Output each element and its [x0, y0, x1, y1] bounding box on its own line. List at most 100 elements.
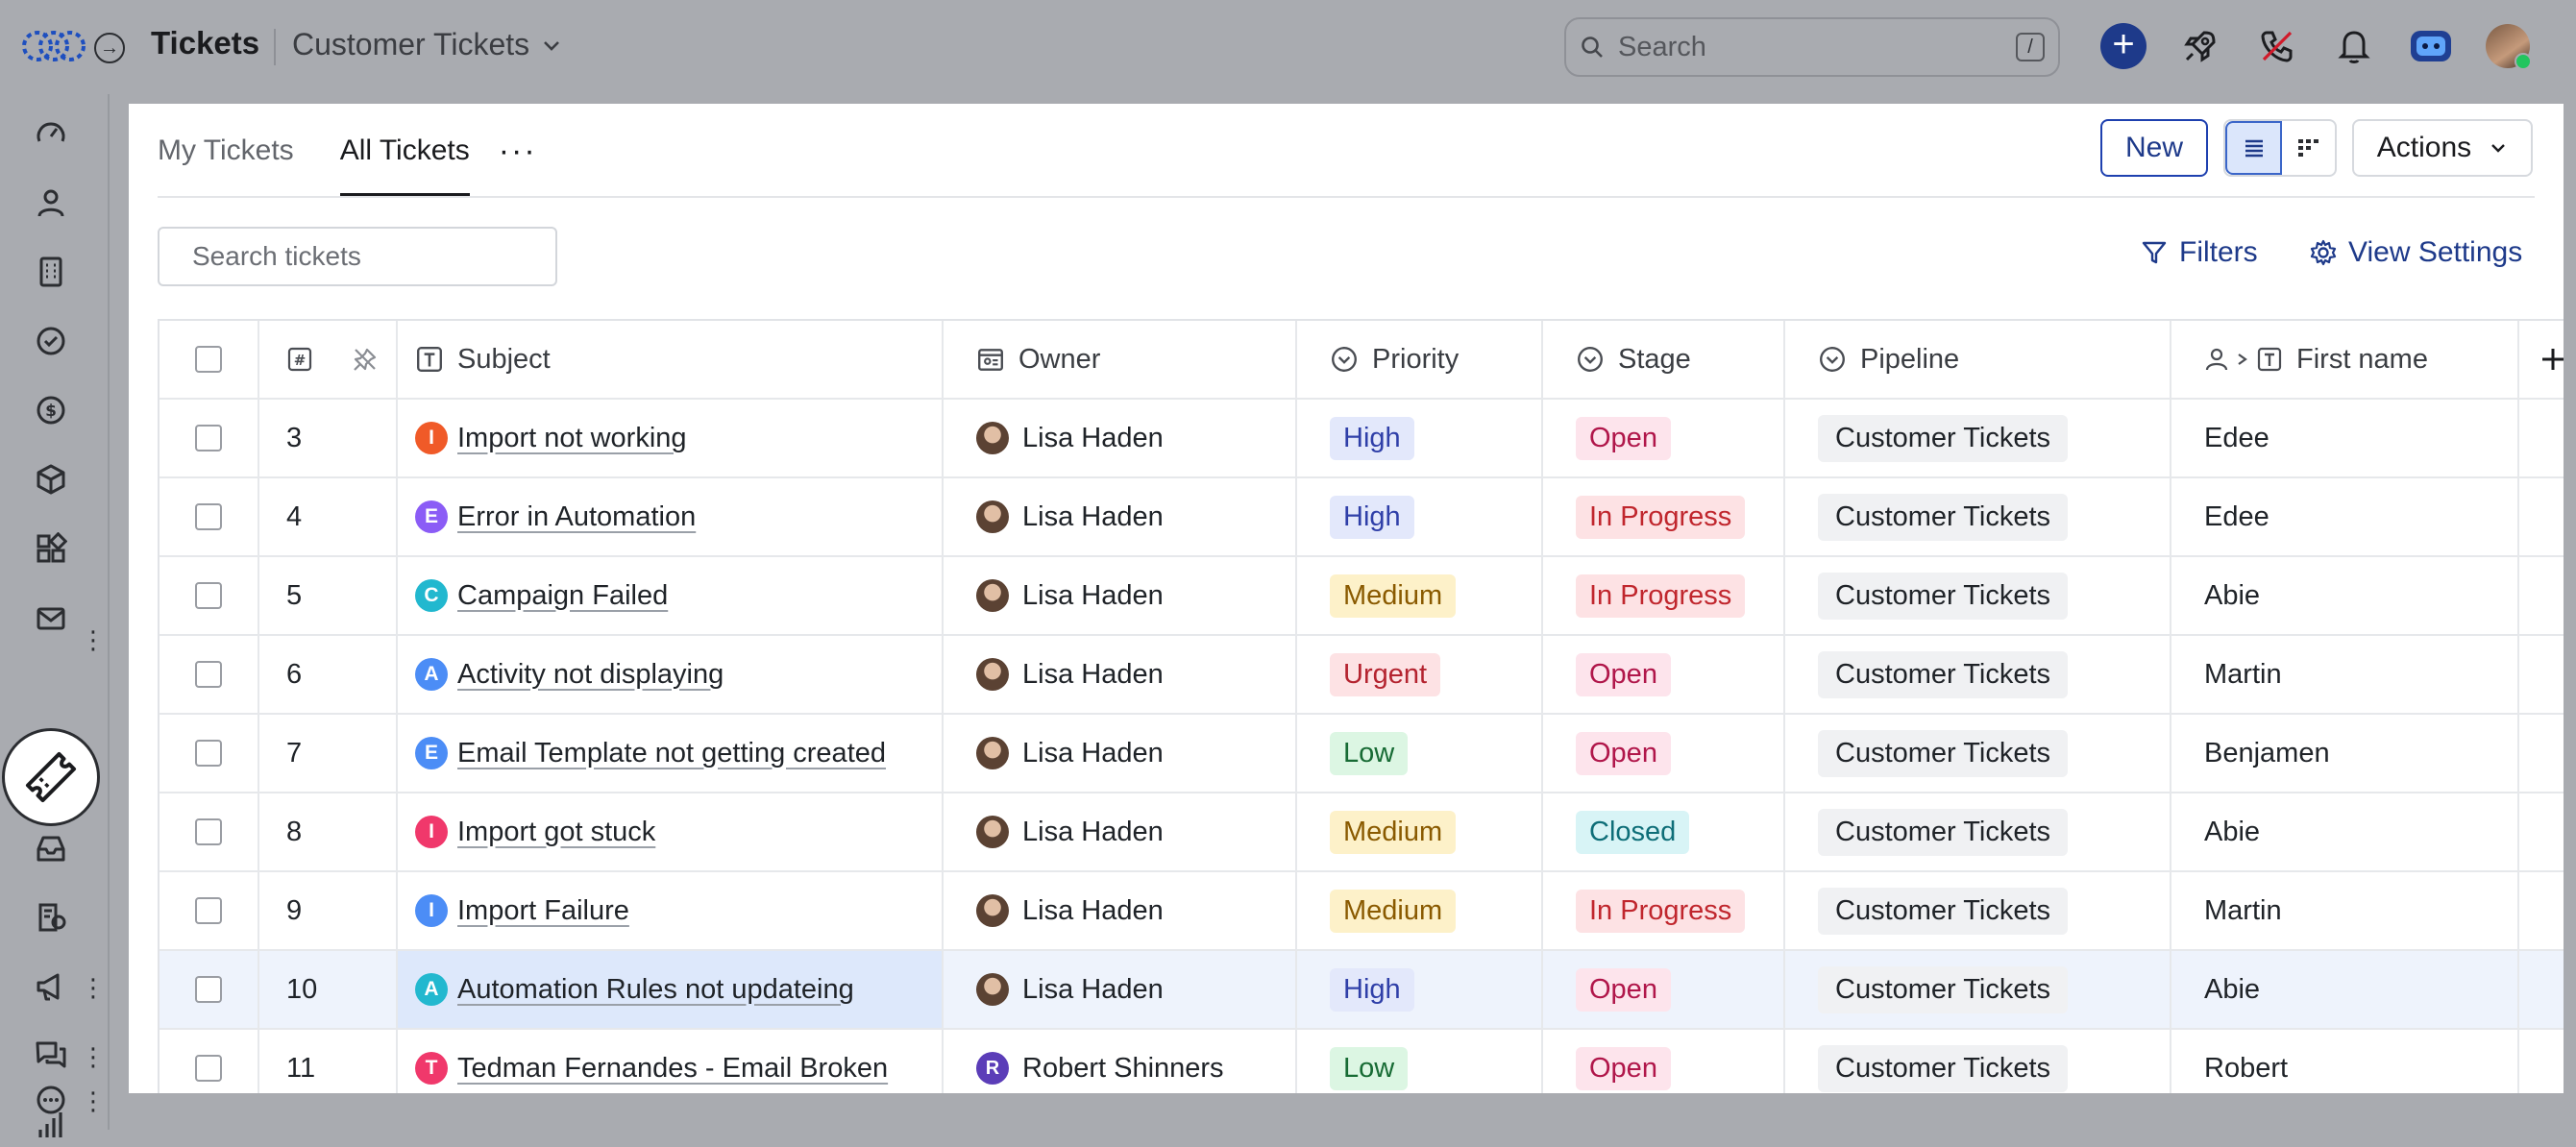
row-checkbox[interactable]: [195, 503, 222, 530]
first-name-cell[interactable]: Robert: [2171, 1030, 2519, 1093]
table-row[interactable]: 4 E Error in Automation Lisa Haden High In Pr…: [159, 478, 2564, 557]
dashboard-icon[interactable]: [29, 111, 73, 156]
priority-cell[interactable]: Medium: [1297, 557, 1543, 634]
breadcrumb-pipeline-selector[interactable]: Customer Tickets: [292, 27, 562, 62]
owner-cell[interactable]: Lisa Haden: [944, 793, 1297, 870]
pipeline-cell[interactable]: Customer Tickets: [1785, 400, 2171, 476]
subject-cell[interactable]: E Error in Automation: [398, 478, 944, 555]
global-search-input[interactable]: Search /: [1564, 17, 2060, 77]
owner-cell[interactable]: Lisa Haden: [944, 951, 1297, 1028]
list-view-button[interactable]: [2225, 121, 2282, 175]
owner-cell[interactable]: Lisa Haden: [944, 715, 1297, 792]
table-row[interactable]: 10 A Automation Rules not updateing Lisa Ha…: [159, 951, 2564, 1030]
stage-cell[interactable]: Open: [1543, 951, 1785, 1028]
campaigns-more-icon[interactable]: ⋮: [81, 968, 106, 1007]
priority-cell[interactable]: High: [1297, 951, 1543, 1028]
reports-board-icon[interactable]: [29, 895, 73, 940]
row-checkbox[interactable]: [195, 740, 222, 767]
subject-cell[interactable]: T Tedman Fernandes - Email Broken: [398, 1030, 944, 1093]
add-column-button[interactable]: [2519, 321, 2564, 398]
pipeline-cell[interactable]: Customer Tickets: [1785, 557, 2171, 634]
stage-cell[interactable]: In Progress: [1543, 557, 1785, 634]
tab-my-tickets[interactable]: My Tickets: [158, 104, 294, 198]
row-checkbox[interactable]: [195, 582, 222, 609]
ticket-subject-link[interactable]: Activity not displaying: [457, 659, 724, 691]
table-row[interactable]: 8 I Import got stuck Lisa Haden Medium Closed…: [159, 793, 2564, 872]
subject-cell[interactable]: I Import got stuck: [398, 793, 944, 870]
sidebar-item-tickets[interactable]: [2, 728, 100, 826]
owner-cell[interactable]: Lisa Haden: [944, 636, 1297, 713]
tab-all-tickets[interactable]: All Tickets: [339, 104, 470, 198]
app-logo-icon[interactable]: [21, 27, 86, 65]
ai-assistant-icon[interactable]: [2408, 23, 2454, 69]
ticket-subject-link[interactable]: Email Template not getting created: [457, 738, 886, 769]
first-name-cell[interactable]: Abie: [2171, 557, 2519, 634]
row-checkbox[interactable]: [195, 1055, 222, 1082]
stage-column-header[interactable]: Stage: [1543, 321, 1785, 398]
table-row[interactable]: 11 T Tedman Fernandes - Email Broken R Rober…: [159, 1030, 2564, 1093]
contacts-icon[interactable]: [29, 181, 73, 225]
unpin-icon[interactable]: [352, 346, 379, 373]
campaigns-icon[interactable]: [29, 964, 73, 1009]
inbox-icon[interactable]: [29, 826, 73, 870]
ticket-subject-link[interactable]: Error in Automation: [457, 501, 696, 533]
stage-cell[interactable]: Open: [1543, 400, 1785, 476]
pipeline-cell[interactable]: Customer Tickets: [1785, 951, 2171, 1028]
pipeline-cell[interactable]: Customer Tickets: [1785, 872, 2171, 949]
actions-dropdown-button[interactable]: Actions: [2352, 119, 2533, 177]
board-view-button[interactable]: [2282, 121, 2335, 175]
priority-cell[interactable]: Medium: [1297, 793, 1543, 870]
priority-cell[interactable]: Urgent: [1297, 636, 1543, 713]
rocket-icon[interactable]: [2177, 23, 2223, 69]
tasks-icon[interactable]: [29, 319, 73, 363]
stage-cell[interactable]: In Progress: [1543, 478, 1785, 555]
filters-button[interactable]: Filters: [2141, 236, 2258, 269]
table-row[interactable]: 7 E Email Template not getting created Lisa…: [159, 715, 2564, 793]
owner-cell[interactable]: Lisa Haden: [944, 478, 1297, 555]
ticket-subject-link[interactable]: Import got stuck: [457, 817, 655, 848]
owner-cell[interactable]: Lisa Haden: [944, 872, 1297, 949]
apps-more-icon[interactable]: ⋮: [81, 621, 106, 659]
subject-cell[interactable]: I Import Failure: [398, 872, 944, 949]
companies-icon[interactable]: [29, 250, 73, 294]
first-name-column-header[interactable]: First name: [2171, 321, 2519, 398]
more-menu-dots-icon[interactable]: ⋮: [81, 1082, 106, 1120]
call-disabled-icon[interactable]: [2254, 23, 2300, 69]
new-ticket-button[interactable]: New: [2100, 119, 2208, 177]
more-menu-icon[interactable]: [29, 1078, 73, 1122]
row-checkbox[interactable]: [195, 897, 222, 924]
ticket-search-input[interactable]: [190, 240, 541, 273]
apps-icon[interactable]: [29, 526, 73, 571]
table-row[interactable]: 9 I Import Failure Lisa Haden Medium In Progr…: [159, 872, 2564, 951]
pipeline-column-header[interactable]: Pipeline: [1785, 321, 2171, 398]
ticket-subject-link[interactable]: Import Failure: [457, 895, 629, 927]
first-name-cell[interactable]: Martin: [2171, 636, 2519, 713]
select-all-checkbox[interactable]: [195, 346, 222, 373]
stage-cell[interactable]: Open: [1543, 636, 1785, 713]
first-name-cell[interactable]: Martin: [2171, 872, 2519, 949]
row-checkbox[interactable]: [195, 818, 222, 845]
view-settings-button[interactable]: View Settings: [2310, 236, 2522, 269]
expand-sidebar-icon[interactable]: →: [94, 33, 125, 63]
stage-cell[interactable]: Closed: [1543, 793, 1785, 870]
first-name-cell[interactable]: Edee: [2171, 400, 2519, 476]
conversations-more-icon[interactable]: ⋮: [81, 1037, 106, 1076]
priority-cell[interactable]: Medium: [1297, 872, 1543, 949]
pipeline-cell[interactable]: Customer Tickets: [1785, 478, 2171, 555]
row-checkbox[interactable]: [195, 976, 222, 1003]
ticket-subject-link[interactable]: Import not working: [457, 423, 687, 454]
owner-cell[interactable]: R Robert Shinners: [944, 1030, 1297, 1093]
first-name-cell[interactable]: Edee: [2171, 478, 2519, 555]
table-row[interactable]: 3 I Import not working Lisa Haden High Open Cu…: [159, 400, 2564, 478]
subject-cell[interactable]: C Campaign Failed: [398, 557, 944, 634]
stage-cell[interactable]: Open: [1543, 1030, 1785, 1093]
products-icon[interactable]: [29, 457, 73, 501]
first-name-cell[interactable]: Benjamen: [2171, 715, 2519, 792]
ticket-subject-link[interactable]: Campaign Failed: [457, 580, 668, 612]
row-checkbox[interactable]: [195, 661, 222, 688]
tab-more-options-icon[interactable]: ···: [499, 104, 537, 198]
owner-column-header[interactable]: Owner: [944, 321, 1297, 398]
priority-cell[interactable]: Low: [1297, 715, 1543, 792]
first-name-cell[interactable]: Abie: [2171, 951, 2519, 1028]
subject-cell[interactable]: E Email Template not getting created: [398, 715, 944, 792]
